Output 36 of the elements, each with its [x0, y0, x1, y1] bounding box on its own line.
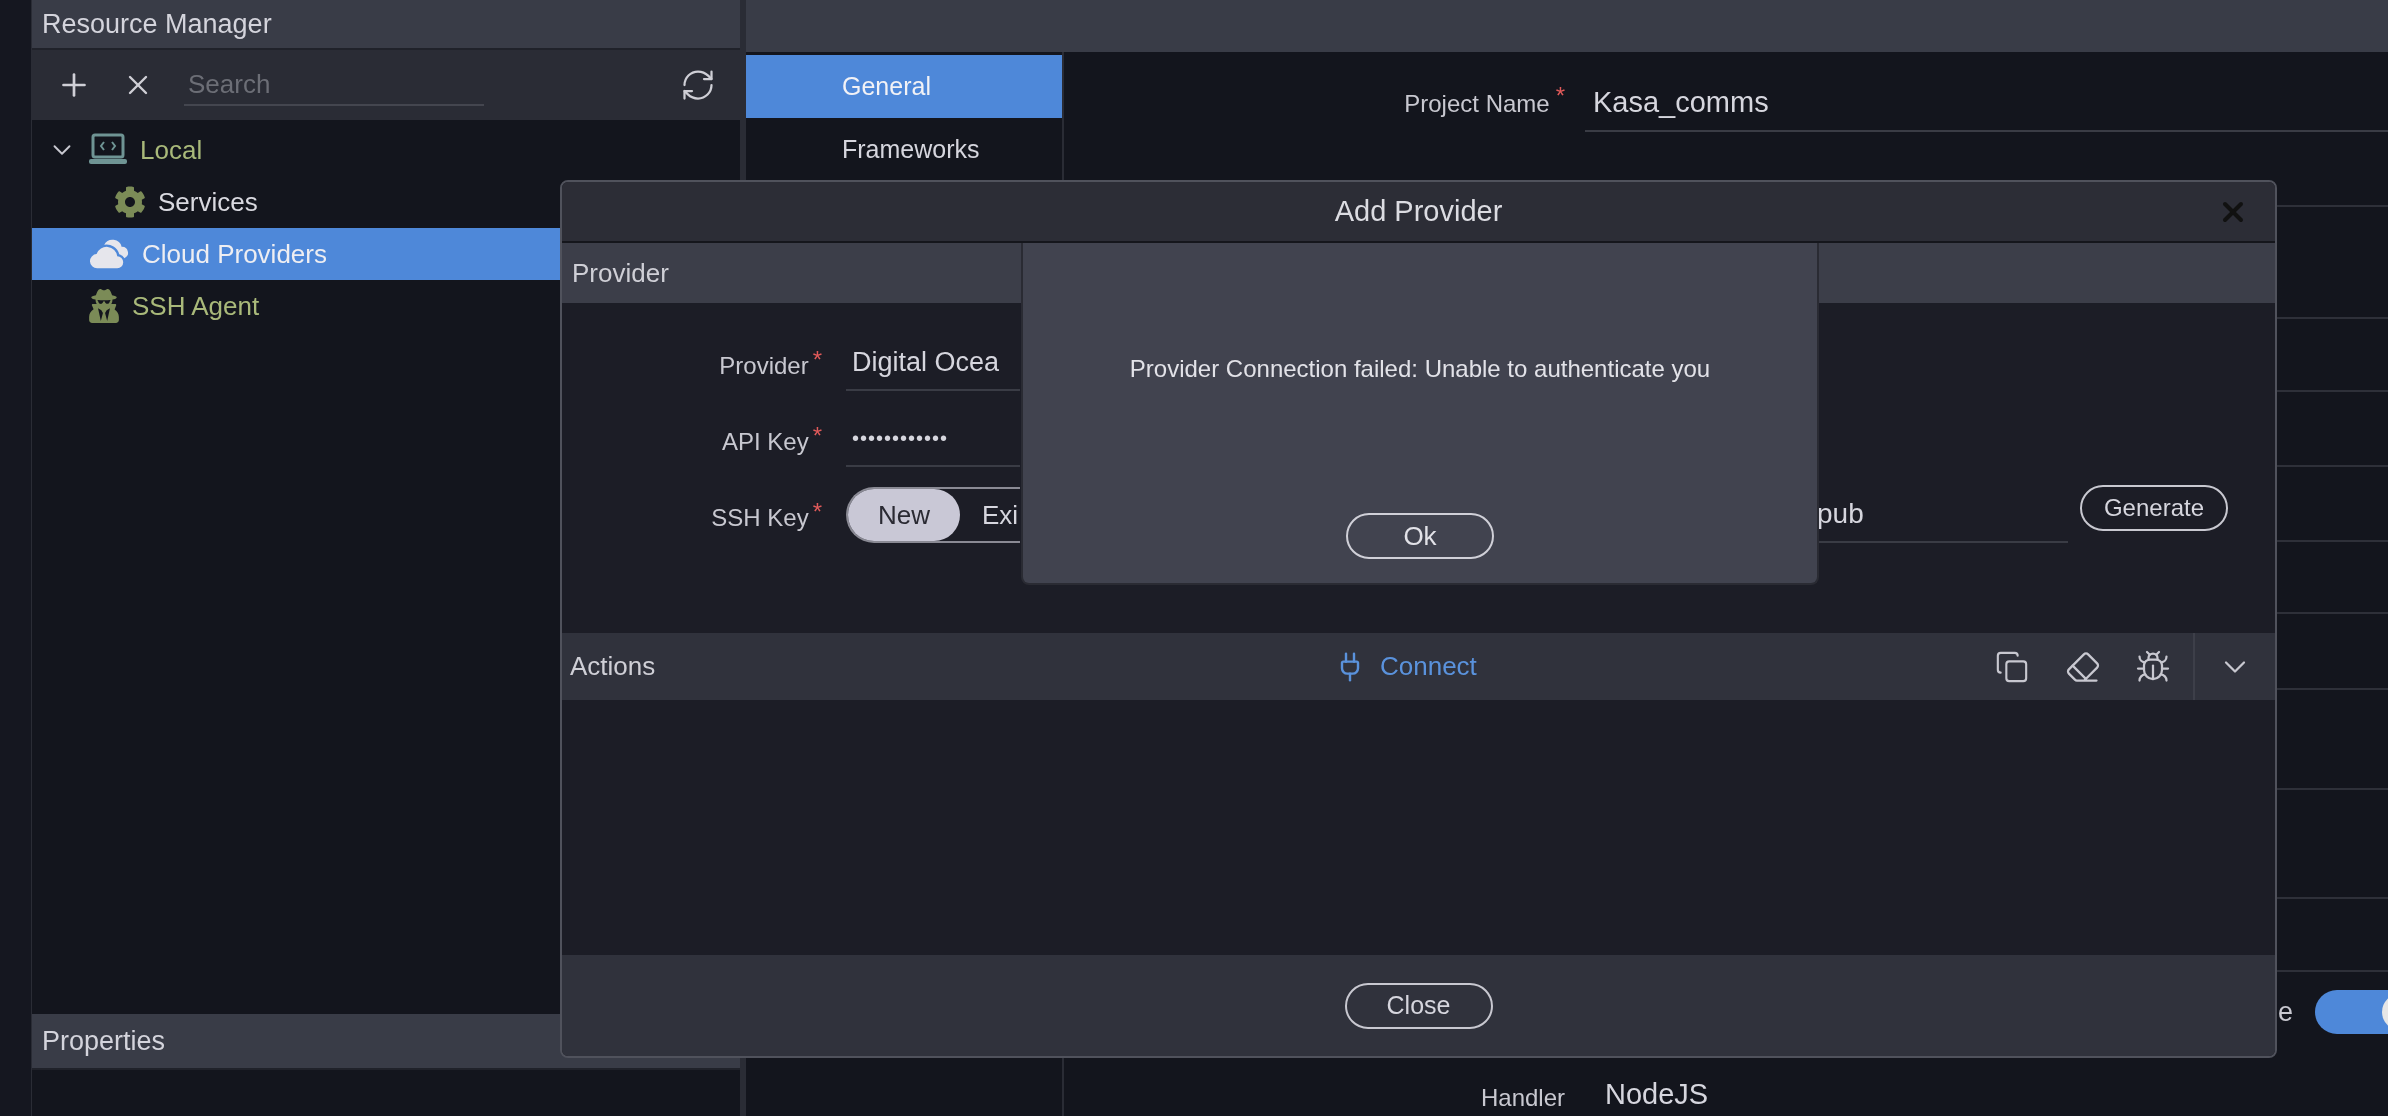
panel-title: Properties: [42, 1024, 166, 1058]
actions-title: Actions: [570, 650, 656, 683]
segment-option[interactable]: New: [848, 489, 960, 541]
search-field[interactable]: Search: [184, 64, 484, 106]
field-label: Project Name: [1404, 89, 1550, 119]
ok-button[interactable]: Ok: [1346, 513, 1494, 559]
panel-title: Resource Manager: [42, 7, 272, 41]
segment-option[interactable]: Exi: [960, 489, 1019, 541]
connect-button[interactable]: Connect: [1334, 647, 1477, 686]
tree-label: Cloud Providers: [142, 237, 327, 271]
handler-value: NodeJS: [1605, 1076, 1709, 1112]
generate-button[interactable]: Generate: [2080, 485, 2228, 531]
bug-icon[interactable]: [2135, 648, 2171, 685]
tree-label: SSH Agent: [132, 289, 260, 323]
required-mark: *: [812, 345, 822, 375]
tree-label: Services: [158, 185, 258, 219]
dialog-title: Add Provider: [1334, 193, 1503, 229]
field-label: SSH Key: [711, 503, 809, 533]
gear-icon: [114, 186, 146, 218]
field-label: API Key: [721, 427, 809, 457]
alert-message: Provider Connection failed: Unable to authenticate you: [1129, 354, 1711, 384]
refresh-icon[interactable]: [680, 67, 716, 103]
spy-icon: [88, 289, 120, 323]
required-mark: *: [812, 497, 822, 527]
required-mark: *: [812, 421, 822, 451]
field-label: Provider: [719, 351, 809, 381]
settings-tab[interactable]: Frameworks: [746, 118, 1062, 181]
close-button[interactable]: Close: [1344, 982, 1493, 1029]
field-label: Handler: [1480, 1083, 1565, 1113]
tree-label: Local: [140, 133, 203, 167]
project-name-field[interactable]: Kasa_comms: [1585, 80, 2388, 132]
required-mark: *: [1555, 81, 1565, 111]
tree-item[interactable]: Local: [32, 124, 740, 176]
toggle-label: e: [2277, 995, 2293, 1029]
laptop-icon: [88, 133, 128, 167]
tree-item[interactable]: Services: [32, 176, 740, 228]
